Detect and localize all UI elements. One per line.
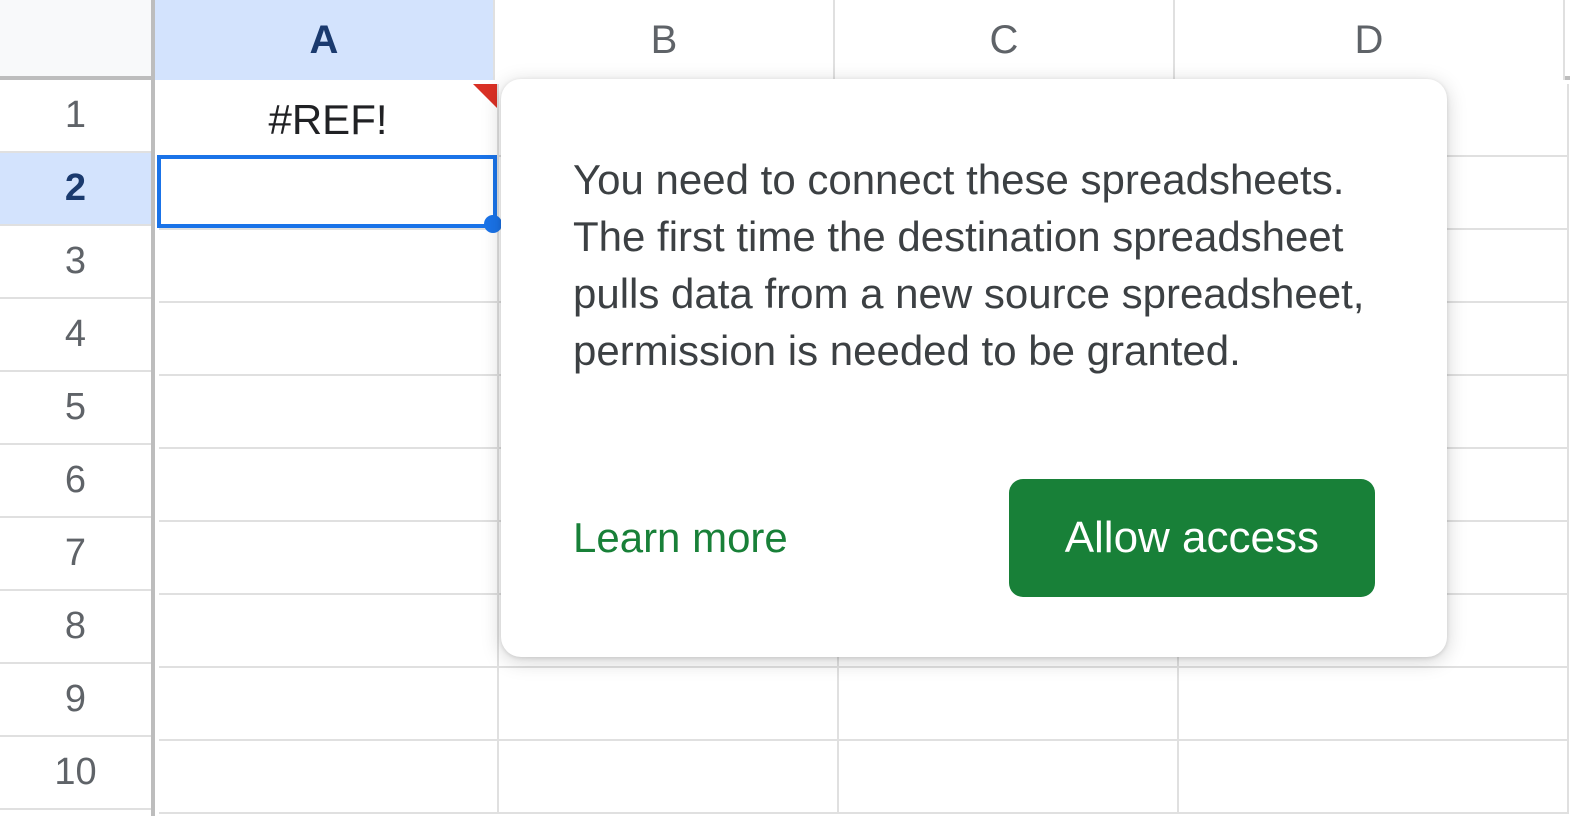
col-header-D[interactable]: D xyxy=(1175,0,1565,80)
row-header-8[interactable]: 8 xyxy=(0,591,151,664)
cell-value: #REF! xyxy=(268,96,387,144)
learn-more-link[interactable]: Learn more xyxy=(573,514,788,562)
cell-C10[interactable] xyxy=(839,741,1179,814)
cell-B9[interactable] xyxy=(499,668,839,741)
row-header-9[interactable]: 9 xyxy=(0,664,151,737)
row-headers: 1 2 3 4 5 6 7 8 9 10 xyxy=(0,80,155,816)
cell-A10[interactable] xyxy=(159,741,499,814)
col-header-B[interactable]: B xyxy=(495,0,835,80)
access-permission-popup: You need to connect these spreadsheets. … xyxy=(501,79,1447,657)
row-header-3[interactable]: 3 xyxy=(0,226,151,299)
column-headers: A B C D xyxy=(155,0,1570,80)
row-header-10[interactable]: 10 xyxy=(0,737,151,810)
cell-A2[interactable] xyxy=(159,157,499,230)
cell-A9[interactable] xyxy=(159,668,499,741)
cell-A5[interactable] xyxy=(159,376,499,449)
cell-D10[interactable] xyxy=(1179,741,1569,814)
cell-A7[interactable] xyxy=(159,522,499,595)
allow-access-button[interactable]: Allow access xyxy=(1009,479,1375,597)
error-indicator-icon[interactable] xyxy=(473,84,497,108)
popup-message: You need to connect these spreadsheets. … xyxy=(573,151,1375,379)
row-header-2[interactable]: 2 xyxy=(0,153,151,226)
cell-A8[interactable] xyxy=(159,595,499,668)
row-header-5[interactable]: 5 xyxy=(0,372,151,445)
select-all-corner[interactable] xyxy=(0,0,155,80)
cell-A6[interactable] xyxy=(159,449,499,522)
cell-B10[interactable] xyxy=(499,741,839,814)
col-header-C[interactable]: C xyxy=(835,0,1175,80)
cell-C9[interactable] xyxy=(839,668,1179,741)
cell-D9[interactable] xyxy=(1179,668,1569,741)
row-header-7[interactable]: 7 xyxy=(0,518,151,591)
row-header-1[interactable]: 1 xyxy=(0,80,151,153)
cell-A3[interactable] xyxy=(159,230,499,303)
popup-actions: Learn more Allow access xyxy=(573,479,1375,597)
row-header-6[interactable]: 6 xyxy=(0,445,151,518)
row-header-4[interactable]: 4 xyxy=(0,299,151,372)
col-header-A[interactable]: A xyxy=(155,0,495,80)
cell-A4[interactable] xyxy=(159,303,499,376)
spreadsheet-grid: A B C D 1 2 3 4 5 6 7 8 9 10 #REF! xyxy=(0,0,1570,816)
cell-A1[interactable]: #REF! xyxy=(159,84,499,157)
